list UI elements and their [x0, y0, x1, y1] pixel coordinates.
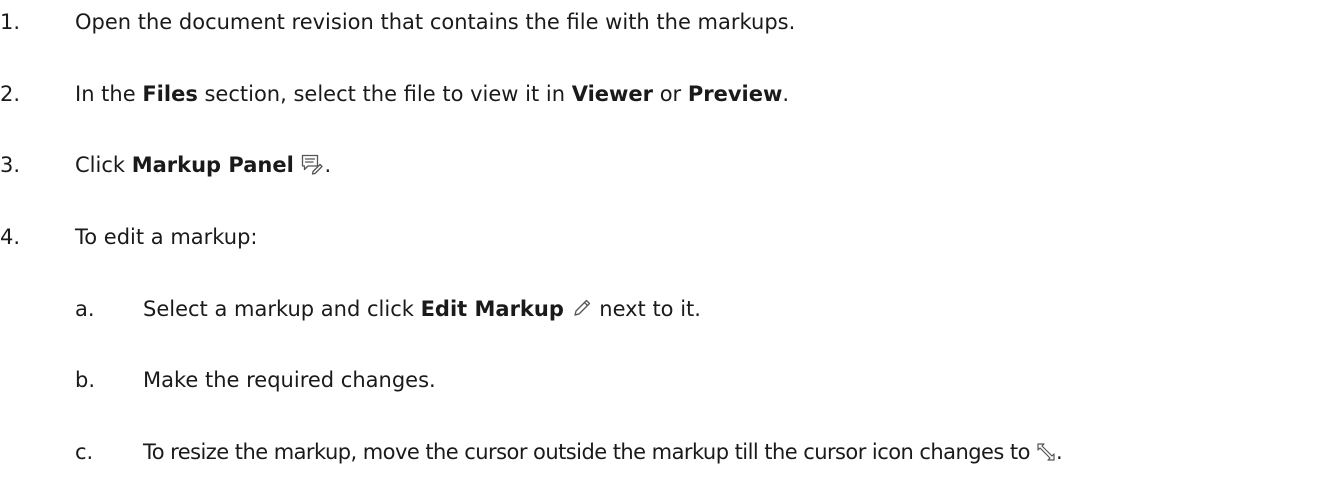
step-text: Click Markup Panel .	[75, 153, 332, 177]
ui-term-edit-markup: Edit Markup	[420, 297, 564, 321]
substep-letter: b.	[75, 368, 96, 392]
substep-letter: c.	[75, 440, 94, 464]
step-number: 3.	[0, 153, 21, 177]
markup-panel-icon	[300, 153, 324, 175]
step-text: To edit a markup:	[75, 225, 258, 249]
ui-term-viewer: Viewer	[571, 82, 654, 106]
resize-cursor-icon	[1036, 442, 1056, 462]
step-text: Open the document revision that contains…	[75, 10, 796, 34]
step-text: In the Files section, select the file to…	[75, 82, 790, 106]
ui-term-preview: Preview	[687, 82, 783, 106]
edit-markup-pencil-icon	[571, 297, 593, 319]
substep-letter: a.	[75, 297, 95, 321]
ui-term-markup-panel: Markup Panel	[131, 153, 294, 177]
substep-text: Make the required changes.	[143, 368, 436, 392]
ui-term-files: Files	[142, 82, 198, 106]
step-number: 1.	[0, 10, 21, 34]
substep-text: To resize the markup, move the cursor ou…	[143, 440, 1063, 464]
step-number: 2.	[0, 82, 21, 106]
step-number: 4.	[0, 225, 21, 249]
substep-text: Select a markup and click Edit Markup ne…	[143, 297, 701, 321]
